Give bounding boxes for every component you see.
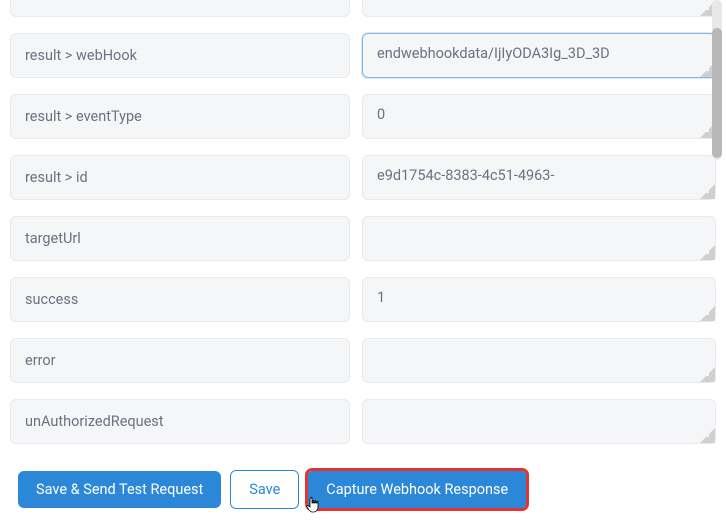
form-row: result > isActive xyxy=(10,0,716,17)
form-row: success xyxy=(10,277,716,322)
capture-webhook-response-button[interactable]: Capture Webhook Response xyxy=(308,471,526,508)
field-value-input[interactable] xyxy=(362,399,716,444)
field-label: result > eventType xyxy=(10,94,350,139)
field-label: error xyxy=(10,338,350,383)
field-value-input[interactable] xyxy=(362,94,716,139)
form-row: result > webHook xyxy=(10,33,716,78)
field-value-input[interactable] xyxy=(362,0,716,17)
field-label: result > id xyxy=(10,155,350,200)
save-send-test-button[interactable]: Save & Send Test Request xyxy=(18,471,221,508)
field-value-input[interactable] xyxy=(362,33,716,78)
field-label: unAuthorizedRequest xyxy=(10,399,350,444)
form-row: result > eventType xyxy=(10,94,716,139)
form-row: unAuthorizedRequest xyxy=(10,399,716,444)
form-row: error xyxy=(10,338,716,383)
field-value-input[interactable] xyxy=(362,277,716,322)
form-container: result > isActive result > webHook result … xyxy=(0,0,726,460)
field-value-input[interactable] xyxy=(362,338,716,383)
field-value-input[interactable] xyxy=(362,216,716,261)
scrollbar-thumb[interactable] xyxy=(712,28,722,158)
field-value-input[interactable] xyxy=(362,155,716,200)
field-label: result > webHook xyxy=(10,33,350,78)
button-bar: Save & Send Test Request Save Capture We… xyxy=(0,460,726,519)
form-row: result > id xyxy=(10,155,716,200)
field-label: targetUrl xyxy=(10,216,350,261)
form-row: targetUrl xyxy=(10,216,716,261)
field-label: success xyxy=(10,277,350,322)
save-button[interactable]: Save xyxy=(230,470,299,509)
field-label: result > isActive xyxy=(10,0,350,17)
